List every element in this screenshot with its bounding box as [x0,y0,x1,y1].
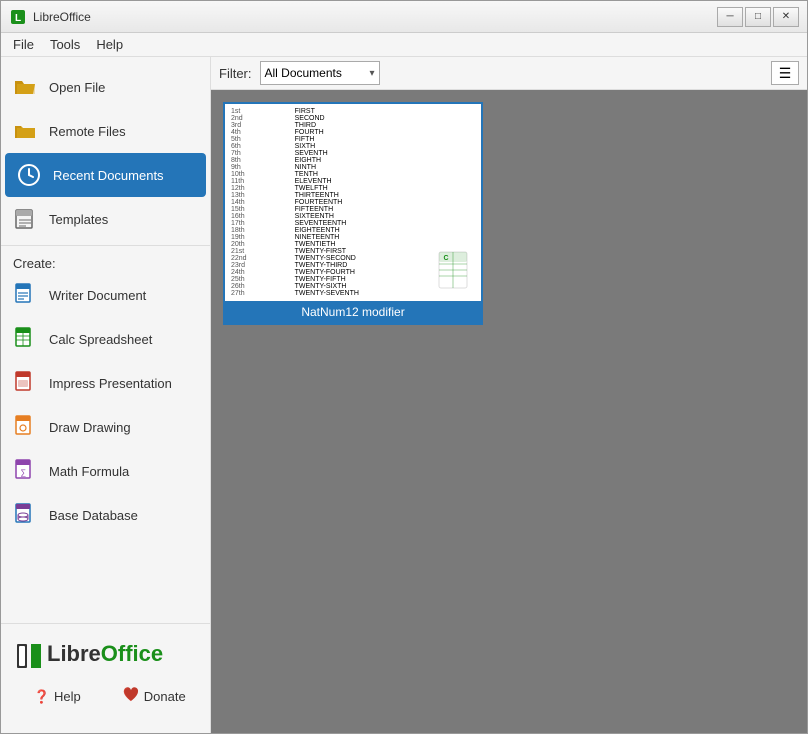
templates-label: Templates [49,212,108,227]
title-bar: L LibreOffice ─ □ ✕ [1,1,807,33]
svg-text:∑: ∑ [20,468,26,477]
document-card[interactable]: 1stFIRST2ndSECOND3rdTHIRD4thFOURTH5thFIF… [223,102,483,325]
writer-label: Writer Document [49,288,146,303]
draw-icon [11,413,39,441]
document-title: NatNum12 modifier [225,301,481,323]
sidebar-item-math[interactable]: ∑ Math Formula [1,449,210,493]
menu-tools[interactable]: Tools [42,35,88,54]
menu-help[interactable]: Help [88,35,131,54]
sidebar-item-templates[interactable]: Templates [1,197,210,241]
sidebar-item-impress[interactable]: Impress Presentation [1,361,210,405]
draw-label: Draw Drawing [49,420,131,435]
main-window: L LibreOffice ─ □ ✕ File Tools Help [0,0,808,734]
donate-label: Donate [144,689,186,704]
help-icon: ❓ [34,689,50,705]
recent-icon [15,161,43,189]
sidebar: Open File Remote Files [1,57,211,733]
toolbar: Filter: All Documents ▾ ☰ [211,57,807,90]
templates-icon [11,205,39,233]
window-controls: ─ □ ✕ [717,7,799,27]
main-area: Filter: All Documents ▾ ☰ 1stFIRST2ndSEC… [211,57,807,733]
svg-text:C: C [443,255,448,262]
donate-icon [122,686,140,707]
logo-libre: Libre [47,641,101,666]
calc-icon [11,325,39,353]
window-title: LibreOffice [33,10,717,24]
remote-files-label: Remote Files [49,124,126,139]
impress-label: Impress Presentation [49,376,172,391]
calc-label: Calc Spreadsheet [49,332,152,347]
view-menu-button[interactable]: ☰ [771,61,799,85]
donate-button[interactable]: Donate [110,680,199,713]
base-icon [11,501,39,529]
footer-buttons: ❓ Help Donate [9,676,202,717]
math-icon: ∑ [11,457,39,485]
logo-office: Office [101,641,163,666]
calc-file-icon: C [437,250,473,293]
recent-documents-label: Recent Documents [53,168,164,183]
filter-label: Filter: [219,66,252,81]
sidebar-divider [1,245,210,246]
menu-file[interactable]: File [5,35,42,54]
logo-text: LibreOffice [47,641,163,667]
document-preview: 1stFIRST2ndSECOND3rdTHIRD4thFOURTH5thFIF… [225,104,481,301]
filter-value: All Documents [265,66,366,80]
sidebar-item-draw[interactable]: Draw Drawing [1,405,210,449]
create-section-label: Create: [1,250,210,273]
sidebar-item-open-file[interactable]: Open File [1,65,210,109]
logo-area: LibreOffice [9,632,202,676]
close-button[interactable]: ✕ [773,7,799,27]
chevron-down-icon: ▾ [369,68,374,79]
sidebar-item-base[interactable]: Base Database [1,493,210,537]
open-file-label: Open File [49,80,105,95]
folder-open-icon [11,73,39,101]
svg-text:L: L [15,13,21,24]
help-label: Help [54,689,81,704]
content-area: Open File Remote Files [1,57,807,733]
menu-bar: File Tools Help [1,33,807,57]
filter-dropdown[interactable]: All Documents ▾ [260,61,380,85]
sidebar-item-calc[interactable]: Calc Spreadsheet [1,317,210,361]
sidebar-item-writer[interactable]: Writer Document [1,273,210,317]
math-label: Math Formula [49,464,129,479]
hamburger-icon: ☰ [779,65,792,82]
folder-icon [11,117,39,145]
logo-icon [13,640,41,668]
base-label: Base Database [49,508,138,523]
help-button[interactable]: ❓ Help [13,680,102,713]
document-grid: 1stFIRST2ndSECOND3rdTHIRD4thFOURTH5thFIF… [211,90,807,733]
sidebar-item-recent-documents[interactable]: Recent Documents [5,153,206,197]
minimize-button[interactable]: ─ [717,7,743,27]
maximize-button[interactable]: □ [745,7,771,27]
impress-icon [11,369,39,397]
app-icon: L [9,8,27,26]
writer-icon [11,281,39,309]
sidebar-footer: LibreOffice ❓ Help [1,623,210,725]
sidebar-item-remote-files[interactable]: Remote Files [1,109,210,153]
